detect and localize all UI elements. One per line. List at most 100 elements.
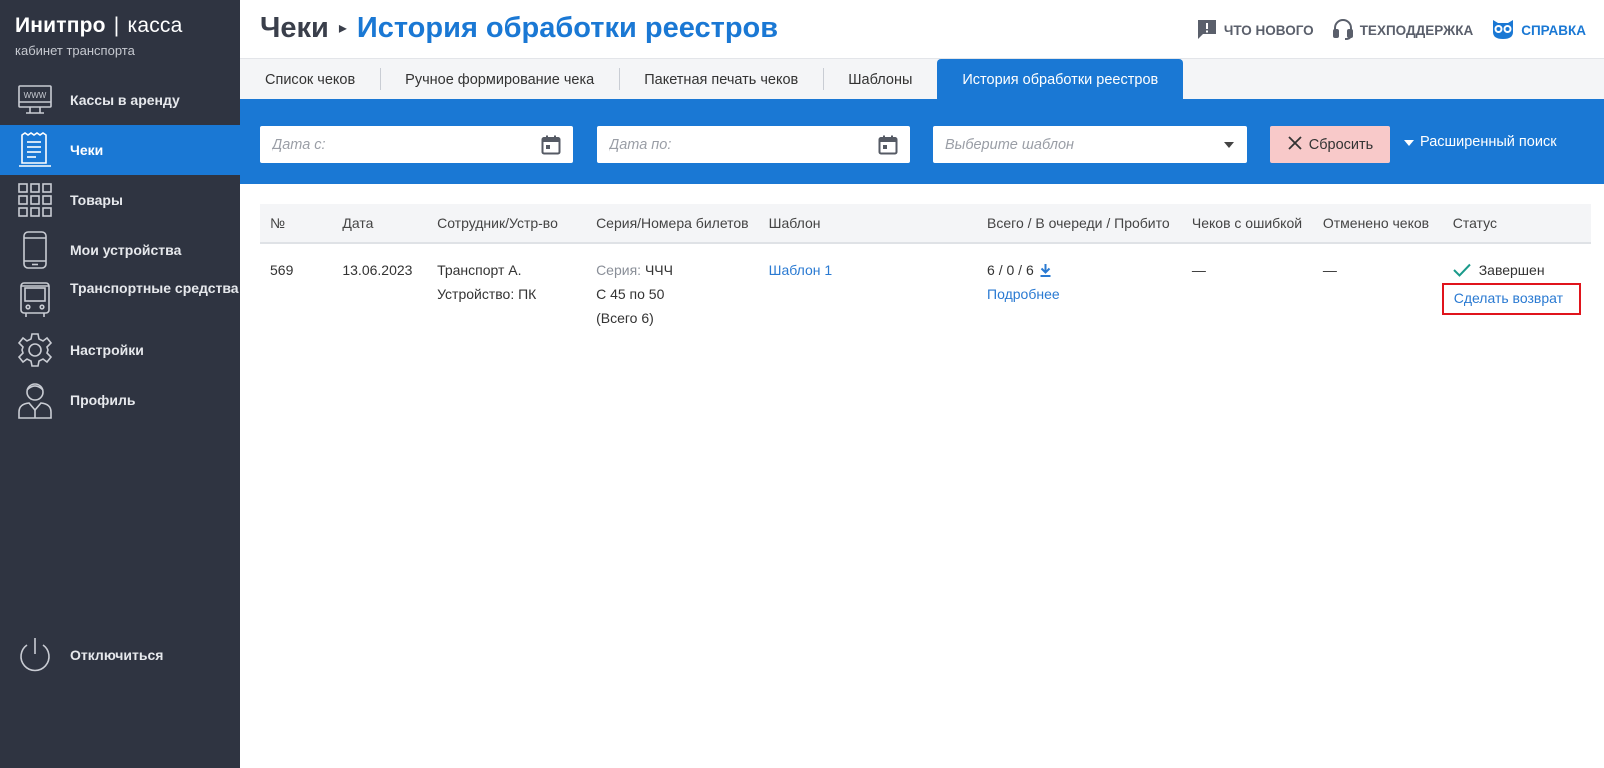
sidebar-item-settings[interactable]: Настройки <box>0 325 240 375</box>
logout-label: Отключиться <box>70 646 164 663</box>
reset-label: Сбросить <box>1308 136 1374 153</box>
tab-label: Ручное формирование чека <box>405 71 595 88</box>
sidebar-item-label: Настройки <box>70 341 144 358</box>
whats-new-link[interactable]: ЧТО НОВОГО <box>1196 18 1314 43</box>
ticket-range: С 45 по 50 <box>596 286 665 302</box>
www-monitor-icon: WWW <box>17 82 53 118</box>
column-header-employee: Сотрудник/Устр-во <box>427 204 587 244</box>
date-to-field[interactable] <box>597 126 910 163</box>
status-badge: Завершен <box>1452 258 1581 282</box>
cell-number: 569 <box>270 262 294 278</box>
template-select-input[interactable] <box>945 136 1223 153</box>
tab-receipts-list[interactable]: Список чеков <box>240 59 380 100</box>
close-icon <box>1287 135 1303 155</box>
tab-bar: Список чеков Ручное формирование чека Па… <box>240 58 1604 100</box>
breadcrumb: Чеки ▸ История обработки реестров <box>260 12 778 45</box>
advanced-search-toggle[interactable]: Расширенный поиск <box>1404 134 1557 150</box>
calendar-icon[interactable] <box>541 135 561 155</box>
header: Чеки ▸ История обработки реестров ЧТО НОВО… <box>240 0 1604 58</box>
sidebar-item-label: Кассы в аренду <box>70 91 180 108</box>
column-header-date: Дата <box>332 204 428 244</box>
brand-logo[interactable]: Инитпро | касса кабинет транспорта <box>0 0 240 74</box>
owl-icon <box>1491 18 1515 43</box>
user-icon <box>17 382 53 419</box>
brand-product: касса <box>127 14 183 37</box>
download-icon[interactable] <box>1040 263 1051 277</box>
headset-icon <box>1332 18 1354 43</box>
grid-icon <box>17 182 53 218</box>
template-select[interactable] <box>933 126 1247 163</box>
support-link[interactable]: ТЕХПОДДЕРЖКА <box>1332 18 1473 43</box>
breadcrumb-parent[interactable]: Чеки <box>260 12 329 44</box>
brand-separator: | <box>113 14 120 37</box>
registry-history-table: № Дата Сотрудник/Устр-во Серия/Номера би… <box>260 204 1591 340</box>
sidebar-item-label: Товары <box>70 191 123 208</box>
column-header-number: № <box>260 204 333 244</box>
make-refund-link[interactable]: Сделать возврат <box>1454 290 1563 306</box>
cell-date: 13.06.2023 <box>342 262 413 278</box>
tab-templates[interactable]: Шаблоны <box>823 59 937 100</box>
details-link[interactable]: Подробнее <box>987 286 1060 302</box>
series-label: Серия: <box>596 262 642 278</box>
calendar-icon[interactable] <box>878 135 898 155</box>
series-line: Серия: ЧЧЧ <box>596 258 749 282</box>
chevron-down-icon <box>1223 141 1235 149</box>
cell-template: Шаблон 1 <box>759 243 977 340</box>
top-links: ЧТО НОВОГО ТЕХПОДДЕРЖКА СПРАВКА <box>1196 18 1586 43</box>
sidebar-item-receipts[interactable]: Чеки <box>0 125 240 175</box>
column-header-cancelled: Отменено чеков <box>1312 204 1443 244</box>
power-icon <box>17 637 53 673</box>
counts-line: 6 / 0 / 6 <box>987 258 1172 282</box>
column-header-status: Статус <box>1442 204 1591 244</box>
reset-button[interactable]: Сбросить <box>1270 126 1390 163</box>
svg-text:WWW: WWW <box>24 91 47 100</box>
cell-status: Завершен Сделать возврат <box>1441 243 1591 340</box>
help-link[interactable]: СПРАВКА <box>1491 18 1586 43</box>
caret-down-icon <box>1404 134 1414 150</box>
template-link[interactable]: Шаблон 1 <box>769 262 833 278</box>
sidebar-item-label: Транспортные средства <box>70 280 239 296</box>
advanced-search-label: Расширенный поиск <box>1420 134 1557 150</box>
sidebar-item-rental-kassas[interactable]: WWW Кассы в аренду <box>0 75 240 125</box>
sidebar-item-goods[interactable]: Товары <box>0 175 240 225</box>
cell-counts: 6 / 0 / 6 Подробнее <box>977 243 1182 340</box>
check-icon <box>1452 263 1471 277</box>
column-header-errors: Чеков с ошибкой <box>1181 204 1313 244</box>
whats-new-label: ЧТО НОВОГО <box>1223 23 1314 38</box>
column-header-series: Серия/Номера билетов <box>586 204 759 244</box>
date-from-input[interactable] <box>272 136 541 153</box>
tab-label: Пакетная печать чеков <box>644 71 799 88</box>
cell-errors: — <box>1191 262 1206 278</box>
message-alert-icon <box>1196 18 1218 43</box>
status-text: Завершен <box>1478 262 1545 278</box>
table-header: № Дата Сотрудник/Устр-во Серия/Номера би… <box>260 204 1591 244</box>
ticket-total: (Всего 6) <box>596 310 654 326</box>
date-to-input[interactable] <box>609 136 878 153</box>
sidebar-item-my-devices[interactable]: Мои устройства <box>0 225 240 275</box>
sidebar-item-label: Мои устройства <box>70 241 182 258</box>
page-title: История обработки реестров <box>356 12 779 44</box>
cell-employee: Транспорт А. Устройство: ПК <box>427 243 586 340</box>
date-from-field[interactable] <box>260 126 573 163</box>
tab-batch-print[interactable]: Пакетная печать чеков <box>619 59 823 100</box>
sidebar-item-profile[interactable]: Профиль <box>0 375 240 425</box>
sidebar-item-label: Чеки <box>70 141 104 158</box>
sidebar-item-label: Профиль <box>70 391 136 408</box>
gear-icon <box>17 332 53 368</box>
device-name: Устройство: ПК <box>437 286 537 302</box>
brand-name: Инитпро <box>15 14 106 37</box>
smartphone-icon <box>17 231 53 269</box>
counts-value: 6 / 0 / 6 <box>987 262 1034 278</box>
help-label: СПРАВКА <box>1521 23 1586 38</box>
tab-label: Шаблоны <box>848 71 913 88</box>
tab-registry-history[interactable]: История обработки реестров <box>937 59 1184 100</box>
sidebar-item-vehicles[interactable]: Транспортные средства <box>0 275 240 325</box>
refund-highlight: Сделать возврат <box>1441 283 1581 315</box>
sidebar: Инитпро | касса кабинет транспорта WWW К… <box>0 0 240 768</box>
tab-manual-receipt[interactable]: Ручное формирование чека <box>380 59 619 100</box>
cell-cancelled: — <box>1322 262 1337 278</box>
tab-label: История обработки реестров <box>962 71 1159 88</box>
cell-series: Серия: ЧЧЧ С 45 по 50 (Всего 6) <box>586 243 759 340</box>
tab-label: Список чеков <box>265 71 356 88</box>
logout-button[interactable]: Отключиться <box>0 630 240 680</box>
